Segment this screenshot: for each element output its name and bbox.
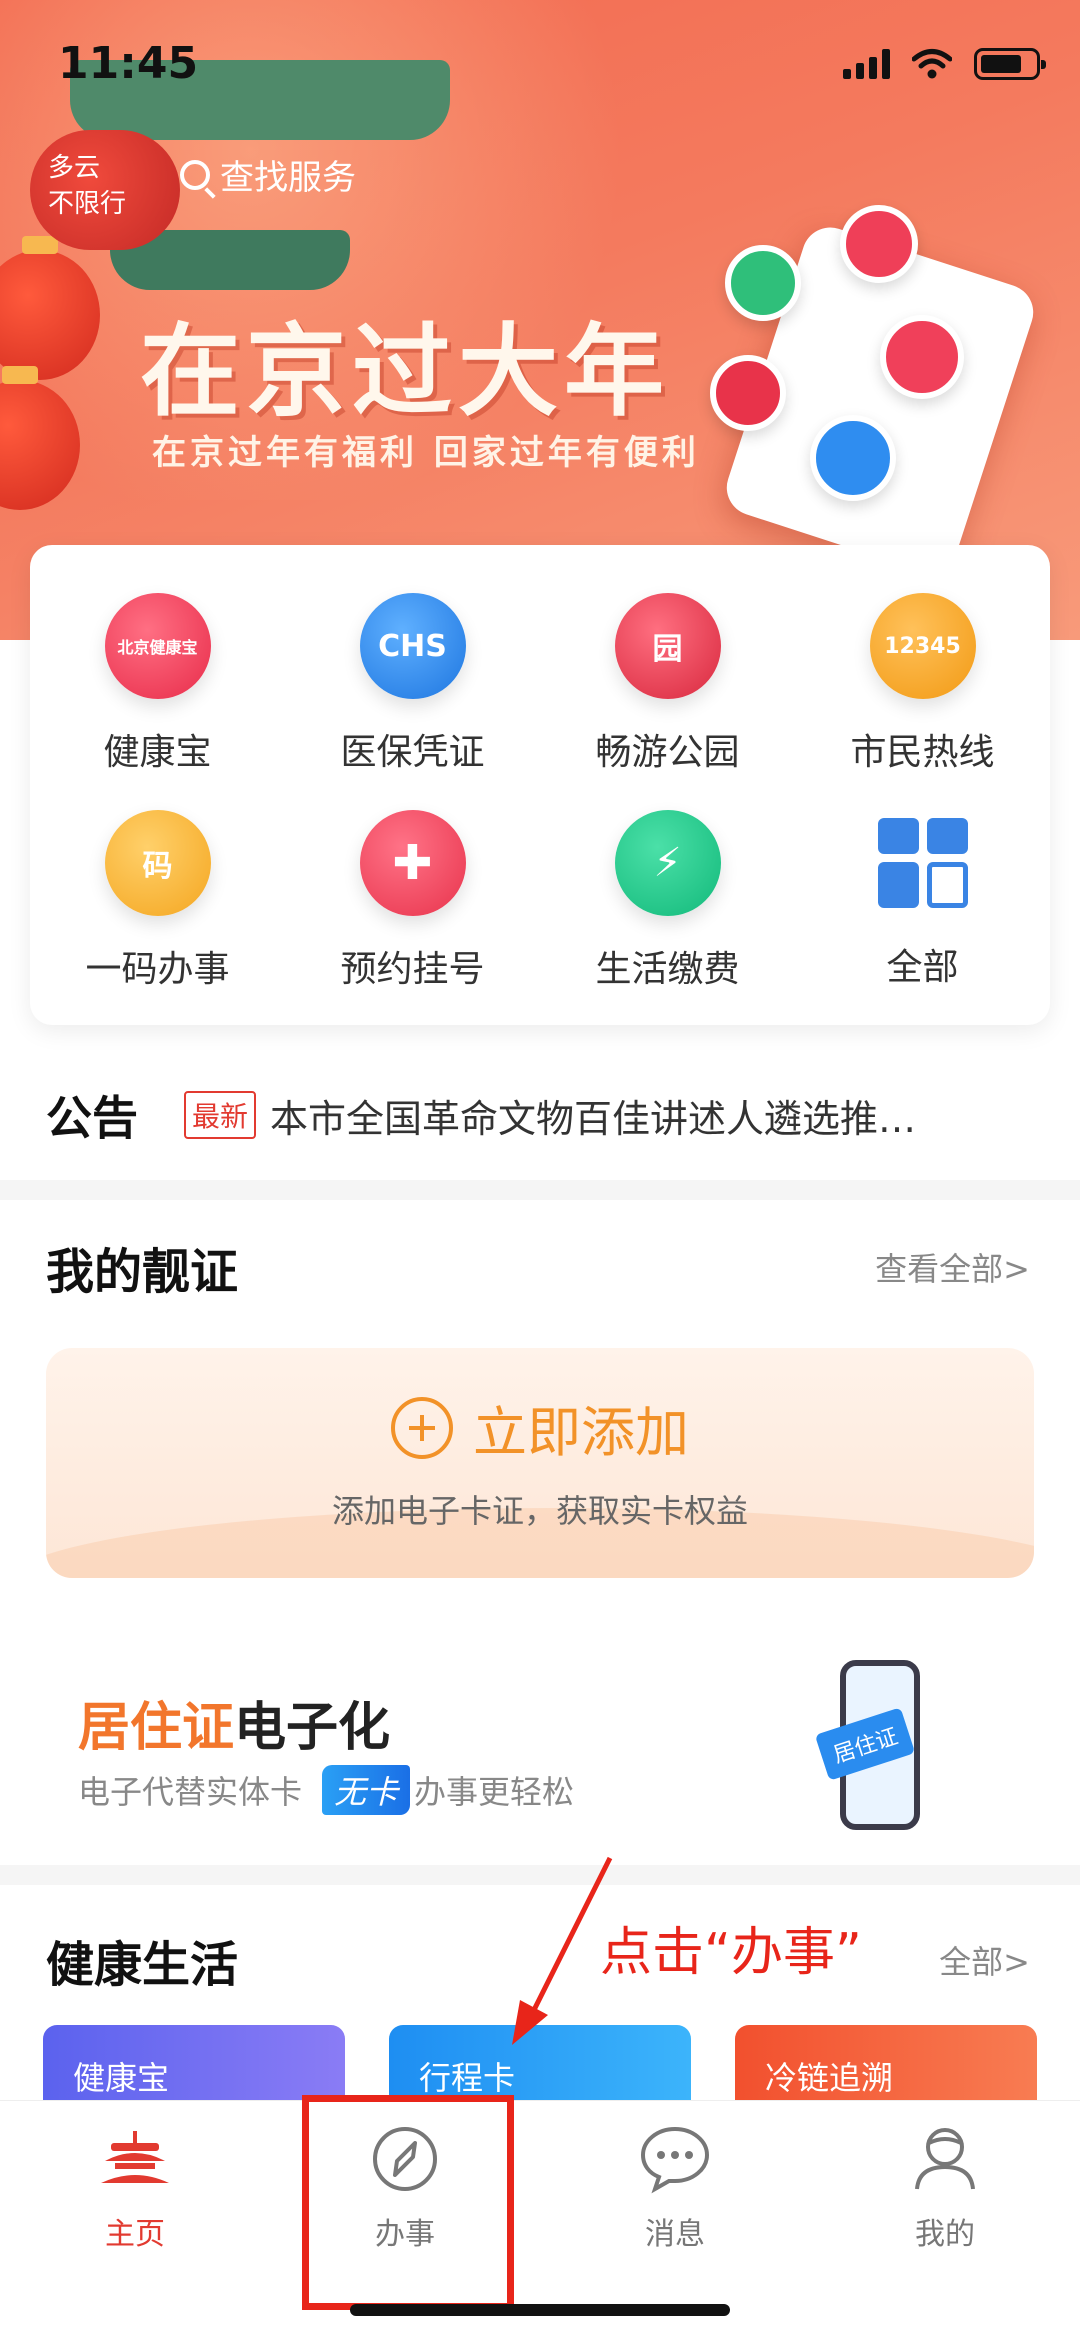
- service-grid: 北京健康宝 健康宝 CHS 医保凭证 园 畅游公园 12345 市民热线 码 一…: [30, 545, 1050, 1025]
- life-card-health-code[interactable]: 健康宝: [43, 2025, 345, 2105]
- search-placeholder: 查找服务: [220, 158, 356, 198]
- all-grid-icon: [877, 818, 968, 908]
- add-circle-icon: [391, 1396, 453, 1459]
- service-item-health-code[interactable]: 北京健康宝 健康宝: [30, 593, 285, 793]
- add-now-label: 立即添加: [473, 1401, 689, 1464]
- new-badge: 最新: [184, 1091, 257, 1139]
- traffic-restriction: 不限行: [48, 189, 127, 219]
- chs-bubble-icon: [810, 415, 896, 501]
- tab-label: 我的: [915, 2217, 975, 2252]
- view-all-certificates-link[interactable]: 查看全部>: [875, 1244, 1030, 1290]
- service-label: 畅游公园: [595, 732, 740, 773]
- section-divider: [0, 1180, 1080, 1200]
- announcement-text: 本市全国革命文物百佳讲述人遴选推…: [270, 1096, 917, 1141]
- hero-banner[interactable]: 11:45 多云 不限行 查找服务 在京过大年 在京过年有福利 回家过年有便利: [0, 0, 1080, 640]
- service-item-hotline[interactable]: 12345 市民热线: [795, 593, 1050, 793]
- service-item-insurance[interactable]: CHS 医保凭证: [285, 593, 540, 793]
- service-label: 一码办事: [85, 949, 230, 990]
- residence-promo-title[interactable]: 居住证电子化: [78, 1685, 390, 1760]
- medical-cross-icon: ✚: [359, 810, 466, 916]
- service-label: 全部: [886, 947, 959, 988]
- headset-hotline-icon: 12345: [869, 593, 976, 699]
- red-cross-bubble-icon: [840, 205, 918, 283]
- residence-phone-illustration: 居住证: [780, 1660, 980, 1840]
- status-bar: 11:45: [0, 0, 1080, 130]
- service-label: 健康宝: [103, 732, 212, 773]
- add-certificate-subtitle: 添加电子卡证，获取实卡权益: [331, 1492, 748, 1530]
- search-icon: [180, 159, 210, 190]
- service-item-park[interactable]: 园 畅游公园: [540, 593, 795, 793]
- announcement-logo: 公告: [46, 1091, 138, 1145]
- annotation-text: 点击“办事”: [600, 1923, 862, 1983]
- tab-profile[interactable]: 我的: [810, 2121, 1080, 2253]
- temple-health-icon: 北京健康宝: [104, 593, 211, 699]
- weather-widget[interactable]: 多云 不限行: [30, 130, 180, 250]
- briefcase-icon: 码: [104, 810, 211, 916]
- search-bar[interactable]: 查找服务: [180, 150, 356, 199]
- wifi-icon: [912, 49, 952, 79]
- weather-condition: 多云: [48, 153, 101, 183]
- annotation-arrow-icon: [512, 1856, 613, 2045]
- green-service-bubble-icon: [725, 245, 801, 321]
- service-item-all[interactable]: 全部: [795, 810, 1050, 1010]
- announcement-bar[interactable]: 公告 最新 本市全国革命文物百佳讲述人遴选推…: [0, 1055, 1080, 1175]
- service-item-utilities[interactable]: ⚡ 生活缴费: [540, 810, 795, 1010]
- annotation-highlight-box: [302, 2095, 514, 2310]
- certificates-title: 我的靓证: [46, 1244, 239, 1300]
- battery-icon: [974, 48, 1046, 80]
- park-gate-icon: 园: [614, 593, 721, 699]
- promo-sub-text: 电子代替实体卡: [78, 1773, 303, 1811]
- service-label: 医保凭证: [340, 732, 485, 773]
- service-label: 生活缴费: [595, 949, 740, 990]
- service-item-one-code[interactable]: 码 一码办事: [30, 810, 285, 1010]
- healthy-life-title: 健康生活: [46, 1937, 239, 1993]
- life-card-cold-chain[interactable]: 冷链追溯: [735, 2025, 1037, 2105]
- health-bubble-icon: [880, 315, 964, 399]
- temple-home-icon: [101, 2131, 169, 2183]
- status-time: 11:45: [58, 38, 199, 89]
- life-card-label: 健康宝: [73, 2059, 170, 2097]
- status-icons: [843, 48, 1046, 80]
- service-label: 市民热线: [850, 732, 995, 773]
- tab-label: 主页: [105, 2217, 165, 2252]
- chs-insurance-icon: CHS: [359, 593, 466, 699]
- tab-home[interactable]: 主页: [0, 2121, 270, 2253]
- life-card-label: 冷链追溯: [765, 2059, 894, 2097]
- promo-title-rest: 电子化: [234, 1698, 391, 1758]
- promo-sub-text-after: 办事更轻松: [414, 1773, 575, 1811]
- banner-subtitle: 在京过年有福利 回家过年有便利: [152, 433, 700, 473]
- residence-promo-subtitle: 电子代替实体卡 无卡 办事更轻松: [78, 1765, 574, 1815]
- tab-messages[interactable]: 消息: [540, 2121, 810, 2253]
- no-card-badge: 无卡: [322, 1765, 411, 1815]
- chat-bubble-icon: [640, 2126, 710, 2194]
- cellular-signal-icon: [843, 49, 890, 79]
- service-label: 预约挂号: [340, 949, 485, 990]
- service-item-appointment[interactable]: ✚ 预约挂号: [285, 810, 540, 1010]
- banner-title: 在京过大年: [140, 313, 670, 430]
- promo-title-highlight: 居住证: [78, 1698, 235, 1758]
- healthy-life-view-all-link[interactable]: 全部>: [939, 1937, 1030, 1983]
- user-icon: [915, 2128, 975, 2190]
- add-certificate-card[interactable]: 立即添加 添加电子卡证，获取实卡权益: [46, 1348, 1034, 1578]
- lightning-drop-icon: ⚡: [614, 810, 721, 916]
- home-indicator: [350, 2304, 730, 2316]
- park-bubble-icon: [710, 355, 786, 431]
- life-card-label: 行程卡: [419, 2059, 516, 2097]
- tab-label: 消息: [645, 2217, 705, 2252]
